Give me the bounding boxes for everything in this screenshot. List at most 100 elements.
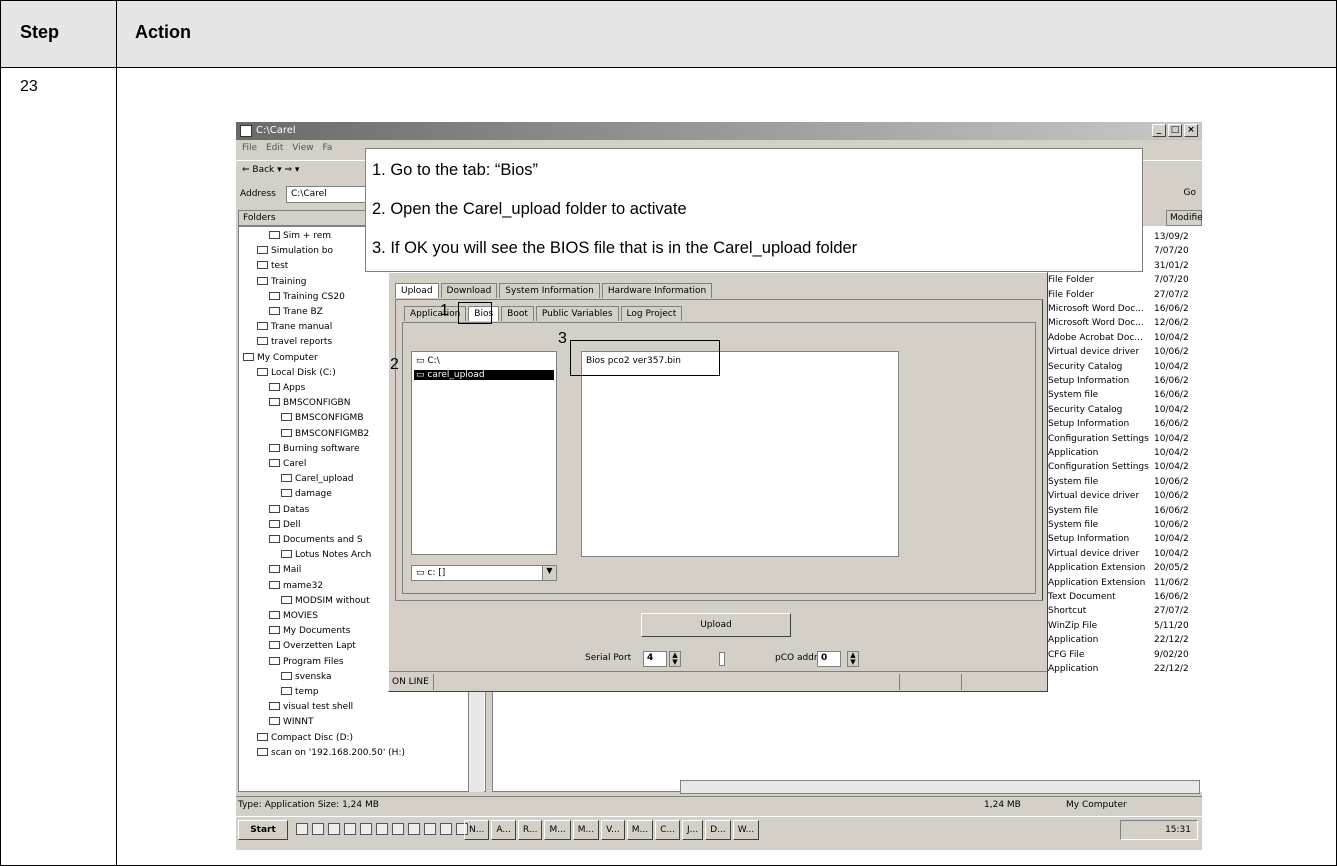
tab-hardware-information[interactable]: Hardware Information [601, 283, 713, 298]
tree-item[interactable]: Simulation bo [257, 246, 333, 256]
tree-item[interactable]: visual test shell [269, 702, 353, 712]
tree-item[interactable]: Carel [269, 459, 306, 469]
taskbar-task[interactable]: M... [572, 820, 600, 840]
tree-item[interactable]: Datas [269, 504, 309, 515]
upload-button[interactable]: Upload [641, 613, 791, 637]
tree-item[interactable]: Lotus Notes Arch [281, 550, 371, 560]
file-modified: 10/04/2 [1154, 404, 1189, 415]
modified-column-header[interactable]: Modified [1166, 210, 1202, 226]
tree-item-label: Trane manual [271, 322, 333, 333]
app-icon[interactable] [392, 823, 404, 835]
close-icon[interactable]: × [1184, 124, 1198, 137]
drive-select[interactable]: ▭ c: [] ▼ [411, 565, 557, 581]
tree-item[interactable]: BMSCONFIGBN [269, 398, 350, 408]
menu-file[interactable]: File [242, 143, 257, 153]
desktop-icon[interactable] [296, 823, 308, 835]
address-input[interactable]: C:\Carel [286, 186, 376, 203]
menu-edit[interactable]: Edit [266, 143, 283, 153]
tab-boot[interactable]: Boot [501, 306, 534, 321]
tab-system-information[interactable]: System Information [499, 283, 600, 298]
app-icon[interactable] [440, 823, 452, 835]
tree-item[interactable]: WINNT [269, 717, 314, 727]
tree-item[interactable]: damage [281, 489, 332, 499]
file-type: Setup Information [1048, 534, 1130, 545]
taskbar-task[interactable]: A... [491, 820, 516, 840]
tree-item[interactable]: Training CS20 [269, 291, 345, 302]
horizontal-scrollbar[interactable] [680, 780, 1200, 794]
tree-item[interactable]: Program Files [269, 656, 344, 667]
pco-address-spinner[interactable]: ▲ ▼ [847, 651, 859, 667]
tab-download[interactable]: Download [440, 283, 498, 298]
minimize-icon[interactable]: _ [1152, 124, 1166, 137]
tree-item-label: Local Disk (C:) [271, 367, 336, 378]
tree-item-label: Documents and S [283, 535, 363, 545]
tree-item[interactable]: temp [281, 687, 319, 697]
tab-log-project[interactable]: Log Project [620, 306, 683, 321]
folder-icon [269, 641, 280, 650]
app-icon[interactable] [408, 823, 420, 835]
tree-item[interactable]: Training [257, 276, 307, 287]
taskbar-task[interactable]: N... [464, 820, 490, 840]
media-icon[interactable] [328, 823, 340, 835]
app-icon[interactable] [376, 823, 388, 835]
back-button[interactable]: ⇐ Back ▾ ⇒ ▾ [242, 165, 299, 175]
tree-item[interactable]: Dell [269, 519, 300, 530]
folder-icon [269, 307, 280, 315]
browser-icon[interactable] [312, 823, 324, 835]
taskbar-task[interactable]: M... [544, 820, 571, 840]
tree-item[interactable]: travel reports [257, 337, 332, 347]
tree-item[interactable]: MODSIM without [281, 595, 370, 606]
tree-item[interactable]: Mail [269, 565, 301, 575]
tab-public-variables[interactable]: Public Variables [535, 306, 619, 321]
menu-favorites[interactable]: Fa [322, 143, 332, 153]
menu-view[interactable]: View [292, 143, 313, 153]
taskbar-task[interactable]: M... [626, 820, 654, 840]
dir-carel-upload[interactable]: ▭ carel_upload [414, 370, 554, 380]
tree-item-label: Mail [283, 565, 302, 576]
taskbar-task[interactable]: W... [732, 820, 760, 840]
tree-item[interactable]: Local Disk (C:) [257, 367, 336, 378]
tree-item[interactable]: Carel_upload [281, 474, 354, 484]
taskbar-task[interactable]: D... [705, 820, 731, 840]
tab-application[interactable]: Application [404, 306, 467, 321]
tree-item[interactable]: BMSCONFIGMB [281, 413, 364, 423]
step-number: 23 [20, 78, 38, 95]
tree-item[interactable]: Compact Disc (D:) [257, 732, 353, 743]
tree-item[interactable]: Trane BZ [269, 307, 323, 317]
serial-port-spinner[interactable]: ▲ ▼ [669, 651, 681, 667]
maximize-icon[interactable]: □ [1168, 124, 1182, 137]
start-button[interactable]: Start [238, 820, 288, 840]
tree-item[interactable]: mame32 [269, 580, 323, 591]
file-modified: 7/07/20 [1154, 275, 1189, 286]
folder-icon [269, 231, 280, 239]
search-icon[interactable] [424, 823, 436, 835]
tree-item[interactable]: Documents and S [269, 535, 363, 545]
taskbar-task[interactable]: J... [681, 820, 704, 840]
tree-item[interactable]: Apps [269, 383, 305, 393]
dir-root[interactable]: ▭ C:\ [416, 356, 440, 366]
go-button[interactable]: Go [1184, 188, 1196, 198]
tree-item[interactable]: Overzetten Lapt [269, 641, 356, 651]
pco-address-input[interactable]: 0 [817, 651, 841, 667]
taskbar-task[interactable]: V... [601, 820, 625, 840]
tree-item[interactable]: MOVIES [269, 611, 318, 621]
taskbar-task[interactable]: C... [655, 820, 680, 840]
tree-item[interactable]: BMSCONFIGMB2 [281, 428, 369, 439]
taskbar-task[interactable]: R... [517, 820, 543, 840]
tree-item[interactable]: svenska [281, 671, 332, 682]
tree-item[interactable]: test [257, 261, 288, 271]
tree-item[interactable]: My Computer [243, 352, 318, 363]
serial-port-input[interactable]: 4 [643, 651, 667, 667]
tree-item[interactable]: Burning software [269, 443, 360, 454]
file-type: Application Extension [1048, 577, 1146, 588]
tree-item[interactable]: Sim + rem [269, 231, 331, 241]
tree-item[interactable]: scan on '192.168.200.50' (H:) [257, 747, 405, 758]
tree-item[interactable]: Trane manual [257, 322, 332, 332]
instruction-2: 2. Open the Carel_upload folder to activ… [372, 200, 687, 218]
tab-upload[interactable]: Upload [395, 283, 439, 298]
tree-item[interactable]: My Documents [269, 626, 350, 636]
chevron-down-icon[interactable]: ▼ [542, 566, 556, 580]
paint-icon[interactable] [344, 823, 356, 835]
word-icon[interactable] [360, 823, 372, 835]
folder-icon [269, 580, 280, 589]
